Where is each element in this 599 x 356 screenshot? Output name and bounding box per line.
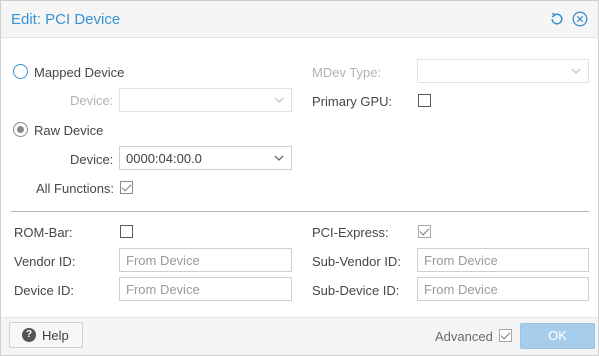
dialog-titlebar: Edit: PCI Device xyxy=(1,1,598,38)
pci-express-label: PCI-Express: xyxy=(312,225,389,240)
ok-button[interactable]: OK xyxy=(520,323,595,349)
primary-gpu-checkbox[interactable] xyxy=(418,94,431,107)
help-icon: ? xyxy=(22,328,36,342)
advanced-checkbox[interactable] xyxy=(499,329,512,342)
dialog-footer: ? Help Advanced OK xyxy=(1,317,598,355)
advanced-label: Advanced xyxy=(435,329,493,344)
mapped-device-label: Mapped Device xyxy=(34,65,125,80)
help-button-label: Help xyxy=(42,328,69,343)
dialog-body: Mapped Device Device: Raw Device Device:… xyxy=(1,39,598,317)
device-id-label: Device ID: xyxy=(14,283,74,298)
device-id-input[interactable] xyxy=(119,277,292,301)
sub-vendor-id-label: Sub-Vendor ID: xyxy=(312,254,401,269)
all-functions-checkbox[interactable] xyxy=(120,181,133,194)
all-functions-label: All Functions: xyxy=(36,181,115,196)
raw-device-label: Raw Device xyxy=(34,123,104,138)
sub-device-id-input[interactable] xyxy=(417,277,589,301)
mdev-type-label: MDev Type: xyxy=(312,65,382,80)
mapped-device-radio[interactable] xyxy=(13,64,28,79)
pci-express-checkbox[interactable] xyxy=(418,225,431,238)
mdev-type-select xyxy=(417,59,589,83)
raw-device-field-label: Device: xyxy=(70,152,114,167)
help-button[interactable]: ? Help xyxy=(9,322,83,348)
raw-device-radio[interactable] xyxy=(13,122,28,137)
edit-pci-device-dialog: Edit: PCI Device Mapped Device Device: R… xyxy=(0,0,599,356)
primary-gpu-label: Primary GPU: xyxy=(312,94,393,109)
dialog-title: Edit: PCI Device xyxy=(11,11,121,28)
close-icon[interactable] xyxy=(572,11,588,27)
mapped-device-select xyxy=(119,88,292,112)
rom-bar-label: ROM-Bar: xyxy=(14,225,73,240)
advanced-separator xyxy=(11,211,589,212)
raw-device-value: 0000:04:00.0 xyxy=(126,151,202,166)
chevron-down-icon xyxy=(571,68,581,74)
raw-device-select[interactable]: 0000:04:00.0 xyxy=(119,146,292,170)
vendor-id-input[interactable] xyxy=(119,248,292,272)
chevron-down-icon xyxy=(274,155,284,161)
reset-icon[interactable] xyxy=(549,11,565,27)
rom-bar-checkbox[interactable] xyxy=(120,225,133,238)
mapped-device-field-label: Device: xyxy=(70,93,114,108)
chevron-down-icon xyxy=(274,97,284,103)
sub-vendor-id-input[interactable] xyxy=(417,248,589,272)
vendor-id-label: Vendor ID: xyxy=(14,254,76,269)
sub-device-id-label: Sub-Device ID: xyxy=(312,283,400,298)
